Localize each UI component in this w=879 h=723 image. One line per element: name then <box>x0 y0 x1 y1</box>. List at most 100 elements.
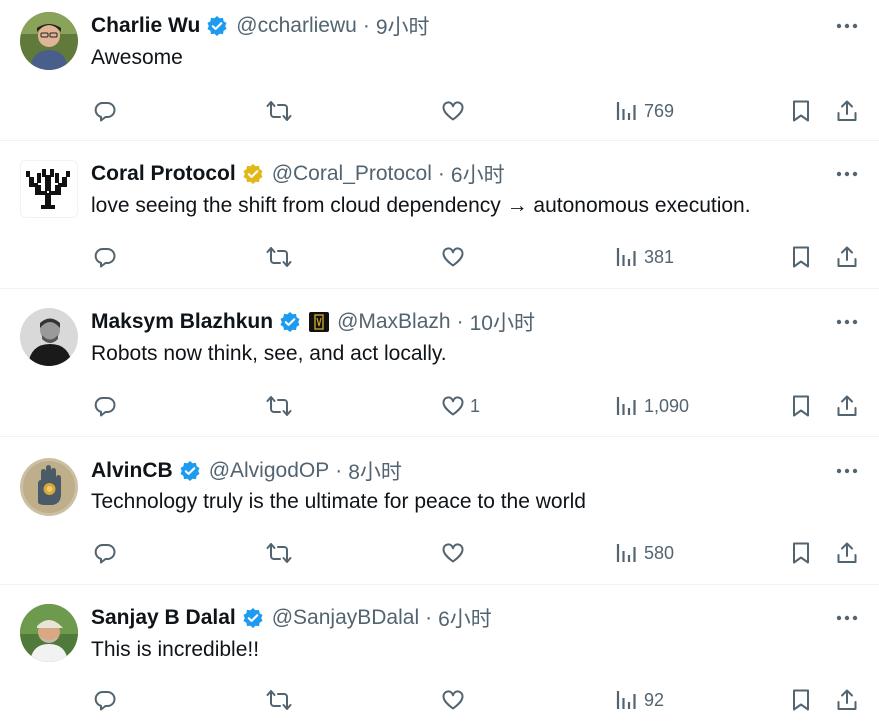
share-button[interactable] <box>835 391 859 421</box>
retweet-icon <box>266 688 292 712</box>
bookmark-button[interactable] <box>789 685 813 715</box>
heart-icon <box>441 245 465 269</box>
more-options-icon[interactable] <box>835 608 859 628</box>
tweet-text: Awesome <box>91 46 183 69</box>
author-handle[interactable]: @SanjayBDalal <box>272 606 419 630</box>
action-bar: 580 <box>0 538 879 568</box>
retweet-icon <box>266 245 292 269</box>
reply-button[interactable] <box>93 538 122 568</box>
author-handle[interactable]: @ccharliewu <box>236 14 357 38</box>
view-count: 1,090 <box>644 395 690 416</box>
author-handle[interactable]: @AlvigodOP <box>209 459 330 483</box>
author-name[interactable]: Sanjay B Dalal <box>91 606 236 630</box>
tweet-text: Robots now think, see, and act locally. <box>91 342 447 365</box>
like-button[interactable] <box>441 538 470 568</box>
separator-dot: · <box>425 606 433 629</box>
reply-icon <box>93 688 117 712</box>
reply-button[interactable] <box>93 242 122 272</box>
reply-button[interactable] <box>93 96 122 126</box>
reply-icon <box>93 394 117 418</box>
avatar[interactable] <box>20 12 78 70</box>
heart-icon <box>441 394 465 418</box>
views-bar-chart-icon <box>615 245 639 269</box>
views-bar-chart-icon <box>615 541 639 565</box>
bookmark-button[interactable] <box>789 96 813 126</box>
retweet-button[interactable] <box>266 538 297 568</box>
action-bar: 92 <box>0 685 879 715</box>
more-options-icon[interactable] <box>835 16 859 36</box>
tweet[interactable]: Sanjay B Dalal @SanjayBDalal · 6小时 This … <box>0 584 879 723</box>
tweet[interactable]: Charlie Wu @ccharliewu · 9小时 Awesome 769 <box>0 12 879 140</box>
share-icon <box>835 99 859 123</box>
share-button[interactable] <box>835 685 859 715</box>
bookmark-button[interactable] <box>789 242 813 272</box>
more-options-icon[interactable] <box>835 164 859 184</box>
share-button[interactable] <box>835 96 859 126</box>
bookmark-icon <box>789 99 813 123</box>
share-icon <box>835 394 859 418</box>
like-button[interactable]: 1 <box>441 391 480 421</box>
views-bar-chart-icon <box>615 394 639 418</box>
timestamp[interactable]: 10小时 <box>470 307 535 337</box>
share-button[interactable] <box>835 242 859 272</box>
tweet[interactable]: AlvinCB @AlvigodOP · 8小时 Technology trul… <box>0 436 879 585</box>
like-button[interactable] <box>441 242 470 272</box>
retweet-button[interactable] <box>266 242 297 272</box>
action-bar: 769 <box>0 96 879 126</box>
author-name[interactable]: Maksym Blazhkun <box>91 310 273 334</box>
timestamp[interactable]: 9小时 <box>376 11 430 41</box>
tweet[interactable]: Coral Protocol @Coral_Protocol · 6小时 lov… <box>0 140 879 289</box>
verified-badge-icon[interactable] <box>279 311 301 333</box>
tweet-text: Technology truly is the ultimate for pea… <box>91 490 586 513</box>
like-button[interactable] <box>441 685 470 715</box>
view-count: 381 <box>644 246 675 267</box>
timestamp[interactable]: 6小时 <box>451 159 505 189</box>
share-icon <box>835 245 859 269</box>
avatar[interactable] <box>20 308 78 366</box>
author-handle[interactable]: @Coral_Protocol <box>272 162 432 186</box>
author-name[interactable]: Coral Protocol <box>91 162 236 186</box>
author-handle[interactable]: @MaxBlazh <box>337 310 451 334</box>
author-name[interactable]: AlvinCB <box>91 459 173 483</box>
tweet-text: This is incredible!! <box>91 638 260 661</box>
bookmark-icon <box>789 245 813 269</box>
verified-badge-icon[interactable] <box>242 607 264 629</box>
timestamp[interactable]: 6小时 <box>438 603 492 633</box>
timestamp[interactable]: 8小时 <box>348 456 402 486</box>
verified-badge-icon[interactable] <box>179 460 201 482</box>
action-bar: 1 1,090 <box>0 391 879 421</box>
more-options-icon[interactable] <box>835 461 859 481</box>
verified-badge-icon[interactable] <box>206 15 228 37</box>
views-button[interactable]: 92 <box>615 685 664 715</box>
reply-button[interactable] <box>93 685 122 715</box>
avatar[interactable] <box>20 160 78 218</box>
retweet-button[interactable] <box>266 391 297 421</box>
verified-org-badge-icon[interactable] <box>242 163 264 185</box>
separator-dot: · <box>335 459 343 482</box>
views-button[interactable]: 580 <box>615 538 674 568</box>
bookmark-icon <box>789 688 813 712</box>
bookmark-button[interactable] <box>789 391 813 421</box>
views-button[interactable]: 769 <box>615 96 674 126</box>
retweet-icon <box>266 541 292 565</box>
retweet-button[interactable] <box>266 96 297 126</box>
heart-icon <box>441 99 465 123</box>
reply-button[interactable] <box>93 391 122 421</box>
views-button[interactable]: 381 <box>615 242 674 272</box>
heart-icon <box>441 688 465 712</box>
retweet-button[interactable] <box>266 685 297 715</box>
tweet-text: love seeing the shift from cloud depende… <box>91 194 751 217</box>
affiliate-logo-icon[interactable] <box>309 312 330 332</box>
tweet[interactable]: Maksym Blazhkun @MaxBlazh · 10小时 Robots … <box>0 288 879 437</box>
share-icon <box>835 688 859 712</box>
views-button[interactable]: 1,090 <box>615 391 689 421</box>
more-options-icon[interactable] <box>835 312 859 332</box>
share-button[interactable] <box>835 538 859 568</box>
avatar[interactable] <box>20 458 78 516</box>
reply-icon <box>93 99 117 123</box>
avatar[interactable] <box>20 604 78 662</box>
like-button[interactable] <box>441 96 470 126</box>
author-name[interactable]: Charlie Wu <box>91 14 200 38</box>
bookmark-button[interactable] <box>789 538 813 568</box>
share-icon <box>835 541 859 565</box>
